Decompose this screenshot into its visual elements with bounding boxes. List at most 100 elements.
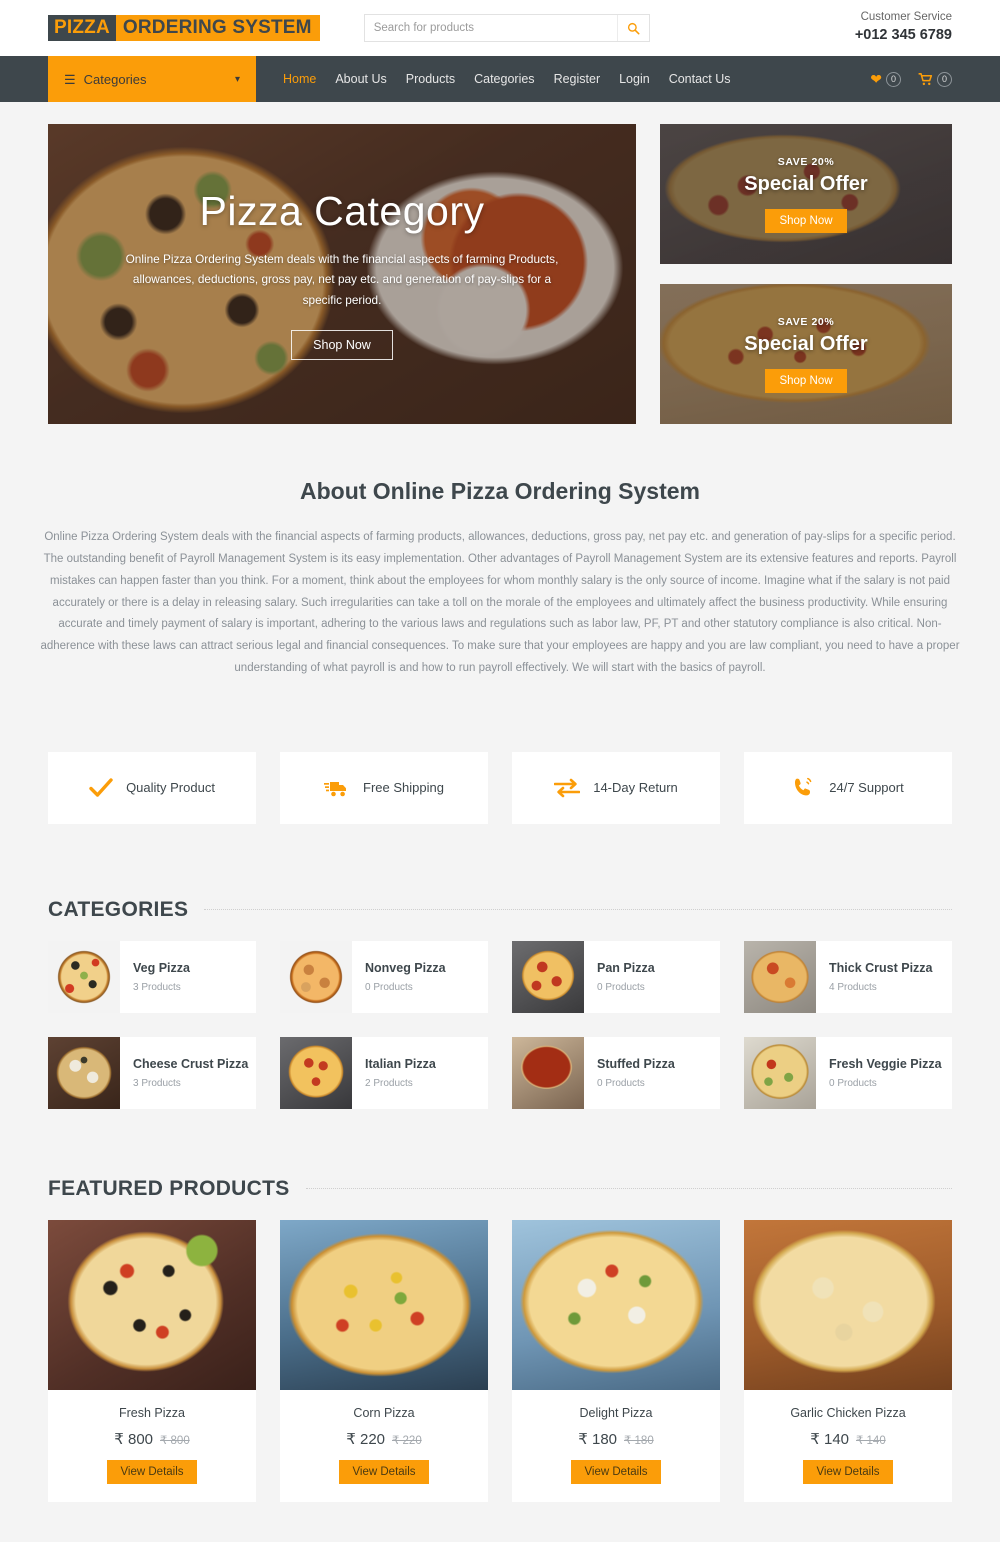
cart-icon xyxy=(918,72,933,85)
category-card[interactable]: Stuffed Pizza 0 Products xyxy=(512,1036,720,1109)
category-name: Stuffed Pizza xyxy=(597,1056,675,1071)
product-price: ₹ 220 xyxy=(346,1430,386,1448)
categories-dropdown-button[interactable]: ☰ Categories ▾ xyxy=(48,56,256,102)
category-info: Pan Pizza 0 Products xyxy=(584,961,655,993)
wishlist-button[interactable]: ❤ 0 xyxy=(870,71,901,87)
features-section: Quality Product Free Shipping 14-Day Ret… xyxy=(0,690,1000,824)
nav-item-products[interactable]: Products xyxy=(406,72,455,86)
category-product-count: 3 Products xyxy=(133,1077,181,1089)
product-old-price: ₹ 140 xyxy=(856,1434,886,1447)
product-image xyxy=(744,1219,952,1390)
product-prices: ₹ 180 ₹ 180 xyxy=(522,1430,710,1448)
product-card[interactable]: Delight Pizza ₹ 180 ₹ 180 View Details xyxy=(512,1219,720,1502)
customer-service: Customer Service +012 345 6789 xyxy=(855,10,952,45)
category-name: Fresh Veggie Pizza xyxy=(829,1056,942,1071)
category-card[interactable]: Italian Pizza 2 Products xyxy=(280,1036,488,1109)
category-thumbnail xyxy=(744,940,816,1013)
category-card[interactable]: Cheese Crust Pizza 3 Products xyxy=(48,1036,256,1109)
view-details-button[interactable]: View Details xyxy=(803,1459,893,1484)
product-name: Corn Pizza xyxy=(353,1405,415,1420)
category-product-count: 3 Products xyxy=(133,981,181,993)
cart-button[interactable]: 0 xyxy=(918,71,952,87)
category-thumbnail xyxy=(512,940,584,1013)
feature-14-day-return-label: 14-Day Return xyxy=(593,780,678,796)
hero-section: Pizza Category Online Pizza Ordering Sys… xyxy=(0,102,1000,424)
hero-title: Pizza Category xyxy=(199,187,485,234)
customer-service-phone[interactable]: +012 345 6789 xyxy=(855,26,952,46)
categories-section-header: CATEGORIES xyxy=(0,898,1000,922)
nav-item-about-us[interactable]: About Us xyxy=(335,72,386,86)
hamburger-icon: ☰ xyxy=(64,71,76,87)
hero-banner[interactable]: Pizza Category Online Pizza Ordering Sys… xyxy=(48,124,636,424)
category-card[interactable]: Thick Crust Pizza 4 Products xyxy=(744,940,952,1013)
spacer-featured xyxy=(0,1109,1000,1177)
nav-item-login[interactable]: Login xyxy=(619,72,650,86)
cart-count: 0 xyxy=(937,71,952,87)
hero-shop-now-button[interactable]: Shop Now xyxy=(291,330,393,361)
product-body: Fresh Pizza ₹ 800 ₹ 800 View Details xyxy=(48,1390,256,1502)
promo-1-title: Special Offer xyxy=(744,172,868,195)
category-card[interactable]: Fresh Veggie Pizza 0 Products xyxy=(744,1036,952,1109)
nav-item-contact-us[interactable]: Contact Us xyxy=(669,72,731,86)
category-thumbnail xyxy=(280,940,352,1013)
search-input[interactable] xyxy=(364,15,617,41)
hero-content: Pizza Category Online Pizza Ordering Sys… xyxy=(48,124,636,424)
category-product-count: 0 Products xyxy=(365,981,413,993)
heart-icon: ❤ xyxy=(870,71,882,87)
nav-links: Home About Us Products Categories Regist… xyxy=(283,56,731,102)
promo-2-shop-now-button[interactable]: Shop Now xyxy=(765,368,847,393)
promo-banner-1[interactable]: SAVE 20% Special Offer Shop Now xyxy=(660,124,952,264)
category-thumbnail xyxy=(280,1036,352,1109)
nav-item-home[interactable]: Home xyxy=(283,72,316,86)
truck-icon xyxy=(324,777,350,799)
view-details-button[interactable]: View Details xyxy=(339,1459,429,1484)
category-info: Fresh Veggie Pizza 0 Products xyxy=(816,1057,942,1089)
category-card[interactable]: Pan Pizza 0 Products xyxy=(512,940,720,1013)
promo-2-title: Special Offer xyxy=(744,332,868,355)
product-name: Fresh Pizza xyxy=(119,1405,185,1420)
about-section: About Online Pizza Ordering System Onlin… xyxy=(0,424,1000,690)
hero-description: Online Pizza Ordering System deals with … xyxy=(125,251,559,307)
feature-24-7-support-label: 24/7 Support xyxy=(829,780,904,796)
promo-banner-2[interactable]: SAVE 20% Special Offer Shop Now xyxy=(660,284,952,424)
view-details-button[interactable]: View Details xyxy=(571,1459,661,1484)
product-name: Garlic Chicken Pizza xyxy=(790,1405,906,1420)
product-old-price: ₹ 220 xyxy=(392,1434,422,1447)
product-name: Delight Pizza xyxy=(579,1405,653,1420)
category-card[interactable]: Veg Pizza 3 Products xyxy=(48,940,256,1013)
category-product-count: 4 Products xyxy=(829,981,877,993)
promo-1-shop-now-button[interactable]: Shop Now xyxy=(765,208,847,233)
search-button[interactable] xyxy=(616,15,649,41)
spacer-categories xyxy=(0,824,1000,898)
search-bar xyxy=(363,14,650,42)
category-thumbnail xyxy=(48,940,120,1013)
category-info: Nonveg Pizza 0 Products xyxy=(352,961,446,993)
product-card[interactable]: Fresh Pizza ₹ 800 ₹ 800 View Details xyxy=(48,1219,256,1502)
about-body: Online Pizza Ordering System deals with … xyxy=(40,531,960,675)
feature-quality-product-label: Quality Product xyxy=(126,780,215,796)
feature-24-7-support: 24/7 Support xyxy=(744,751,952,824)
product-prices: ₹ 140 ₹ 140 xyxy=(754,1430,942,1448)
product-body: Garlic Chicken Pizza ₹ 140 ₹ 140 View De… xyxy=(744,1390,952,1502)
logo-primary-text: PIZZA xyxy=(48,15,116,41)
nav-item-register[interactable]: Register xyxy=(554,72,601,86)
site-logo[interactable]: PIZZA ORDERING SYSTEM xyxy=(48,15,320,41)
categories-grid: Veg Pizza 3 Products Nonveg Pizza 0 Prod… xyxy=(0,940,1000,1109)
top-header: PIZZA ORDERING SYSTEM Customer Service +… xyxy=(0,0,1000,56)
section-divider xyxy=(305,1188,952,1190)
category-product-count: 2 Products xyxy=(365,1077,413,1089)
category-info: Cheese Crust Pizza 3 Products xyxy=(120,1057,248,1089)
product-card[interactable]: Garlic Chicken Pizza ₹ 140 ₹ 140 View De… xyxy=(744,1219,952,1502)
category-card[interactable]: Nonveg Pizza 0 Products xyxy=(280,940,488,1013)
product-card[interactable]: Corn Pizza ₹ 220 ₹ 220 View Details xyxy=(280,1219,488,1502)
main-navigation: ☰ Categories ▾ Home About Us Products Ca… xyxy=(0,56,1000,102)
about-title: About Online Pizza Ordering System xyxy=(299,478,700,504)
featured-section-header: FEATURED PRODUCTS xyxy=(0,1177,1000,1201)
product-body: Corn Pizza ₹ 220 ₹ 220 View Details xyxy=(280,1390,488,1502)
feature-14-day-return: 14-Day Return xyxy=(512,751,720,824)
view-details-button[interactable]: View Details xyxy=(107,1459,197,1484)
nav-item-categories[interactable]: Categories xyxy=(474,72,534,86)
category-product-count: 0 Products xyxy=(829,1077,877,1089)
featured-section-title: FEATURED PRODUCTS xyxy=(48,1176,290,1200)
category-product-count: 0 Products xyxy=(597,1077,645,1089)
